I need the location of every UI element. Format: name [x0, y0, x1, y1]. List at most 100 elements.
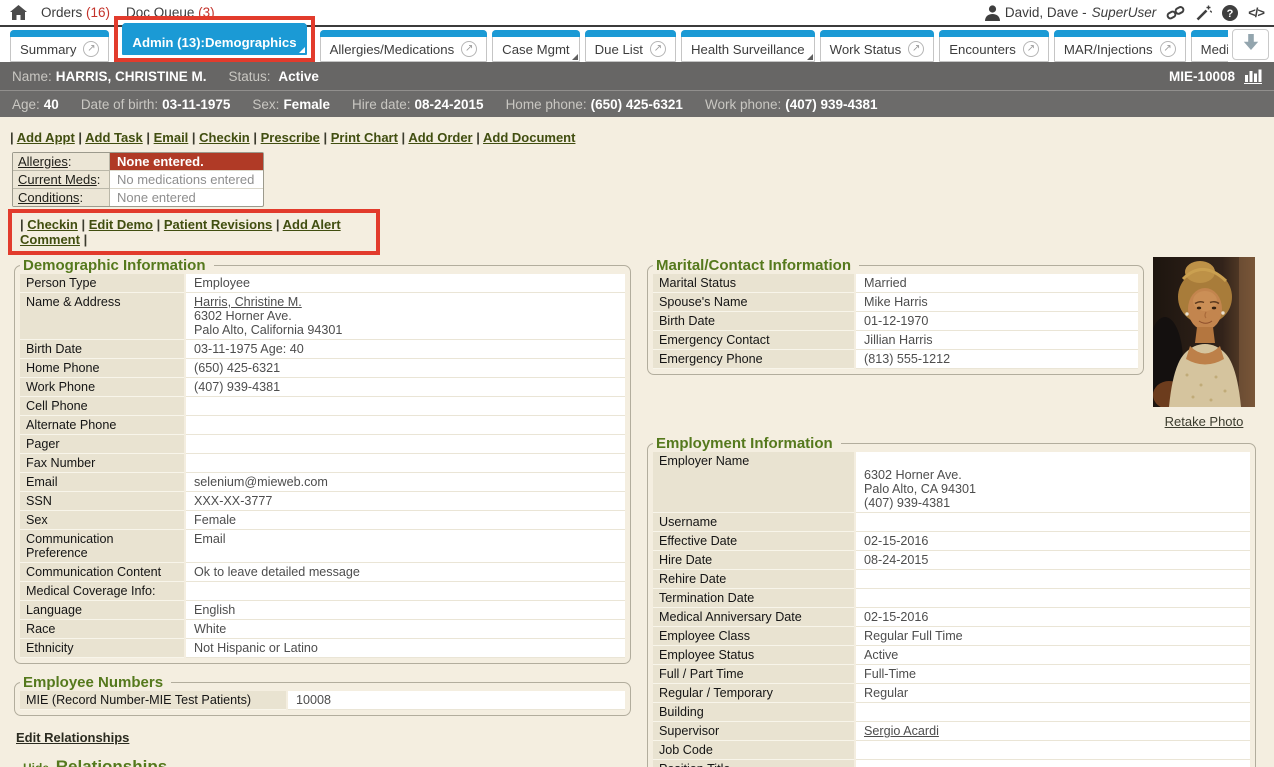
- field-value: Regular Full Time: [856, 627, 1250, 646]
- field-label: Fax Number: [20, 454, 184, 473]
- demographic-information-section: Demographic Information Person TypeEmplo…: [14, 257, 631, 664]
- field-label: Sex:: [252, 97, 279, 112]
- field-label: Email: [20, 473, 184, 492]
- field-label: Work Phone: [20, 378, 184, 397]
- field-label: Cell Phone: [20, 397, 184, 416]
- tab-mar-injections[interactable]: MAR/Injections↗: [1054, 30, 1186, 62]
- patient-field-date-of-birth: Date of birth:03-11-1975: [81, 97, 231, 112]
- patient-demographics-bar: Age:40Date of birth:03-11-1975Sex:Female…: [0, 90, 1274, 117]
- edit-relationships-link[interactable]: Edit Relationships: [16, 730, 129, 745]
- info-row-birth-date: Birth Date01-12-1970: [653, 312, 1138, 331]
- field-value: Regular: [856, 684, 1250, 703]
- annotation-box-quick-links: | Checkin | Edit Demo | Patient Revision…: [8, 209, 380, 255]
- field-value: 08-24-2015: [415, 97, 484, 112]
- tab-summary[interactable]: Summary ↗: [10, 30, 109, 62]
- popout-arrow-icon[interactable]: ↗: [1023, 41, 1039, 57]
- info-row-mie-record-number-mie-test-patients: MIE (Record Number-MIE Test Patients)100…: [20, 691, 625, 710]
- tab-medical-record-94[interactable]: Medical Record (94): [1191, 30, 1228, 62]
- field-label: Employee Class: [653, 627, 854, 646]
- chart-tab-bar: Summary ↗ Admin (13):Demographics Allergies…: [0, 27, 1274, 62]
- field-label: Marital Status: [653, 274, 854, 293]
- info-row-emergency-phone: Emergency Phone(813) 555-1212: [653, 350, 1138, 369]
- info-row-marital-status: Marital StatusMarried: [653, 274, 1138, 293]
- patient-photo[interactable]: [1153, 257, 1255, 407]
- patient-field-hire-date: Hire date:08-24-2015: [352, 97, 484, 112]
- info-row-ethnicity: EthnicityNot Hispanic or Latino: [20, 639, 625, 658]
- tab-label: Summary: [20, 42, 76, 57]
- marital-rows: Marital StatusMarriedSpouse's NameMike H…: [653, 274, 1138, 369]
- info-row-email: Emailselenium@mieweb.com: [20, 473, 625, 492]
- hide-relationships-link[interactable]: Hide: [23, 761, 49, 767]
- tab-allergies-medications[interactable]: Allergies/Medications ↗: [320, 30, 488, 62]
- field-label: Home phone:: [506, 97, 587, 112]
- field-label: Communication Preference: [20, 530, 184, 563]
- info-row-regular-temporary: Regular / TemporaryRegular: [653, 684, 1250, 703]
- tab-label: Admin (13):Demographics: [132, 35, 296, 50]
- section-title: Employee Numbers: [20, 674, 171, 691]
- link-print-chart[interactable]: Print Chart: [331, 130, 398, 145]
- popout-arrow-icon[interactable]: ↗: [461, 41, 477, 57]
- tab-label: Encounters: [949, 42, 1016, 57]
- bar-chart-icon[interactable]: [1244, 69, 1262, 84]
- value-link-harris-christine-m[interactable]: Harris, Christine M.: [194, 295, 302, 309]
- patient-fields: Age:40Date of birth:03-11-1975Sex:Female…: [12, 97, 900, 112]
- field-label: Full / Part Time: [653, 665, 854, 684]
- link-prescribe[interactable]: Prescribe: [261, 130, 320, 145]
- info-row-username: Username: [653, 513, 1250, 532]
- field-label: Termination Date: [653, 589, 854, 608]
- link-add-document[interactable]: Add Document: [483, 130, 575, 145]
- tab-work-status[interactable]: Work Status ↗: [820, 30, 935, 62]
- tab-scroll-down-button[interactable]: [1232, 29, 1269, 60]
- info-row-termination-date: Termination Date: [653, 589, 1250, 608]
- link-add-order[interactable]: Add Order: [408, 130, 472, 145]
- status-label: Status:: [229, 69, 271, 84]
- popout-arrow-icon[interactable]: ↗: [83, 41, 99, 57]
- field-label: Age:: [12, 97, 40, 112]
- link-add-task[interactable]: Add Task: [85, 130, 143, 145]
- link-conditions[interactable]: Conditions: [18, 190, 79, 205]
- field-value: Married: [856, 274, 1138, 293]
- tab-admin-13-demographics[interactable]: Admin (13):Demographics: [122, 23, 306, 55]
- link-email[interactable]: Email: [154, 130, 189, 145]
- tab-label: Allergies/Medications: [330, 42, 455, 57]
- patient-header-bar: Name: HARRIS, CHRISTINE M. Status: Activ…: [0, 62, 1274, 90]
- link-allergies[interactable]: Allergies: [18, 154, 68, 169]
- name-label: Name:: [12, 69, 52, 84]
- field-label: Rehire Date: [653, 570, 854, 589]
- info-row-medical-coverage-info: Medical Coverage Info:: [20, 582, 625, 601]
- patient-field-work-phone: Work phone:(407) 939-4381: [705, 97, 878, 112]
- info-row-ssn: SSNXXX-XX-3777: [20, 492, 625, 511]
- tab-health-surveillance[interactable]: Health Surveillance: [681, 30, 815, 62]
- link-checkin[interactable]: Checkin: [199, 130, 250, 145]
- info-row-hire-date: Hire Date08-24-2015: [653, 551, 1250, 570]
- tab-encounters[interactable]: Encounters ↗: [939, 30, 1049, 62]
- info-row-communication-content: Communication ContentOk to leave detaile…: [20, 563, 625, 582]
- tab-case-mgmt[interactable]: Case Mgmt: [492, 30, 579, 62]
- alert-row-allergies: Allergies:None entered.: [13, 153, 263, 171]
- field-label: Emergency Contact: [653, 331, 854, 350]
- field-label: Date of birth:: [81, 97, 158, 112]
- info-row-home-phone: Home Phone(650) 425-6321: [20, 359, 625, 378]
- link-edit-demo[interactable]: Edit Demo: [89, 217, 153, 232]
- tab-label: Work Status: [830, 42, 902, 57]
- field-label: SSN: [20, 492, 184, 511]
- retake-photo-link[interactable]: Retake Photo: [1165, 414, 1244, 429]
- link-add-appt[interactable]: Add Appt: [17, 130, 75, 145]
- tab-due-list[interactable]: Due List↗: [585, 30, 676, 62]
- field-value: XXX-XX-3777: [186, 492, 625, 511]
- field-value: (650) 425-6321: [186, 359, 625, 378]
- link-patient-revisions[interactable]: Patient Revisions: [164, 217, 272, 232]
- value-link-sergio-acardi[interactable]: Sergio Acardi: [864, 724, 939, 738]
- field-value: 01-12-1970: [856, 312, 1138, 331]
- popout-arrow-icon[interactable]: ↗: [908, 41, 924, 57]
- field-value: (407) 939-4381: [186, 378, 625, 397]
- field-value: (813) 555-1212: [856, 350, 1138, 369]
- field-value: [186, 397, 625, 416]
- info-row-alternate-phone: Alternate Phone: [20, 416, 625, 435]
- code-icon[interactable]: </>: [1248, 5, 1264, 20]
- field-value: Employee: [186, 274, 625, 293]
- link-current-meds[interactable]: Current Meds: [18, 172, 97, 187]
- popout-arrow-icon[interactable]: ↗: [1160, 41, 1176, 57]
- popout-arrow-icon[interactable]: ↗: [650, 41, 666, 57]
- link-checkin[interactable]: Checkin: [27, 217, 78, 232]
